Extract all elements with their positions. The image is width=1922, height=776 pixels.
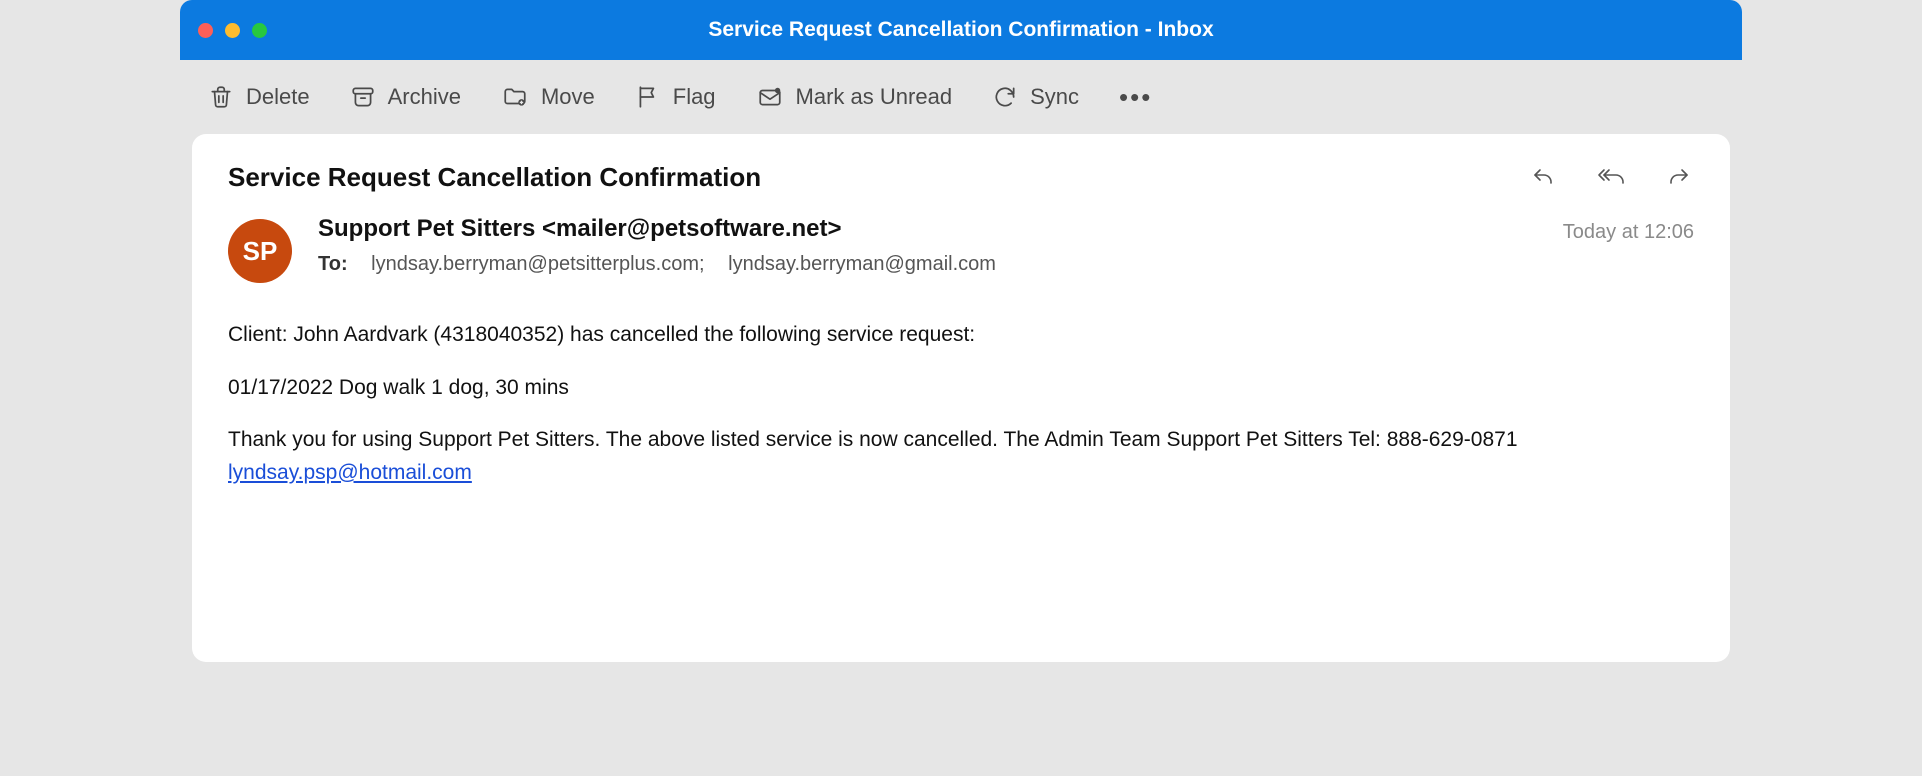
folder-move-icon	[501, 84, 529, 110]
trash-icon	[208, 84, 234, 110]
window-title: Service Request Cancellation Confirmatio…	[180, 18, 1742, 42]
archive-icon	[350, 84, 376, 110]
recipient-1: lyndsay.berryman@petsitterplus.com;	[371, 253, 704, 275]
message-header: SP Support Pet Sitters <mailer@petsoftwa…	[228, 215, 1694, 283]
message-body: Client: John Aardvark (4318040352) has c…	[228, 319, 1694, 489]
recipients-line: To: lyndsay.berryman@petsitterplus.com; …	[318, 253, 1543, 276]
sync-label: Sync	[1030, 84, 1079, 110]
mark-unread-button[interactable]: Mark as Unread	[756, 84, 953, 110]
close-window-button[interactable]	[198, 23, 213, 38]
subject-row: Service Request Cancellation Confirmatio…	[228, 162, 1694, 193]
to-label: To:	[318, 253, 348, 275]
sender-name: Support Pet Sitters <mailer@petsoftware.…	[318, 215, 1543, 243]
recipient-2: lyndsay.berryman@gmail.com	[728, 253, 996, 275]
sender-block: Support Pet Sitters <mailer@petsoftware.…	[318, 215, 1543, 276]
more-actions-button[interactable]: •••	[1119, 82, 1152, 113]
flag-icon	[635, 84, 661, 110]
move-button[interactable]: Move	[501, 84, 595, 110]
move-label: Move	[541, 84, 595, 110]
titlebar: Service Request Cancellation Confirmatio…	[180, 0, 1742, 60]
body-line-1: Client: John Aardvark (4318040352) has c…	[228, 319, 1694, 352]
body-line-2: 01/17/2022 Dog walk 1 dog, 30 mins	[228, 372, 1694, 405]
mail-unread-icon	[756, 84, 784, 110]
toolbar: Delete Archive Move	[180, 60, 1742, 134]
minimize-window-button[interactable]	[225, 23, 240, 38]
message-timestamp: Today at 12:06	[1563, 221, 1694, 244]
email-window: Service Request Cancellation Confirmatio…	[180, 0, 1742, 674]
sender-avatar: SP	[228, 219, 292, 283]
archive-label: Archive	[388, 84, 461, 110]
reply-all-icon[interactable]	[1594, 166, 1628, 190]
flag-label: Flag	[673, 84, 716, 110]
sync-button[interactable]: Sync	[992, 84, 1079, 110]
archive-button[interactable]: Archive	[350, 84, 461, 110]
message-card: Service Request Cancellation Confirmatio…	[192, 134, 1730, 662]
maximize-window-button[interactable]	[252, 23, 267, 38]
body-line-3-text: Thank you for using Support Pet Sitters.…	[228, 428, 1518, 451]
sync-icon	[992, 84, 1018, 110]
window-controls	[198, 23, 267, 38]
message-subject: Service Request Cancellation Confirmatio…	[228, 162, 761, 193]
contact-email-link[interactable]: lyndsay.psp@hotmail.com	[228, 461, 472, 484]
forward-icon[interactable]	[1664, 166, 1694, 190]
body-line-3: Thank you for using Support Pet Sitters.…	[228, 424, 1694, 489]
mark-unread-label: Mark as Unread	[796, 84, 953, 110]
reply-icon[interactable]	[1528, 166, 1558, 190]
delete-button[interactable]: Delete	[208, 84, 310, 110]
reply-actions	[1528, 166, 1694, 190]
more-icon: •••	[1119, 82, 1152, 113]
delete-label: Delete	[246, 84, 310, 110]
flag-button[interactable]: Flag	[635, 84, 716, 110]
